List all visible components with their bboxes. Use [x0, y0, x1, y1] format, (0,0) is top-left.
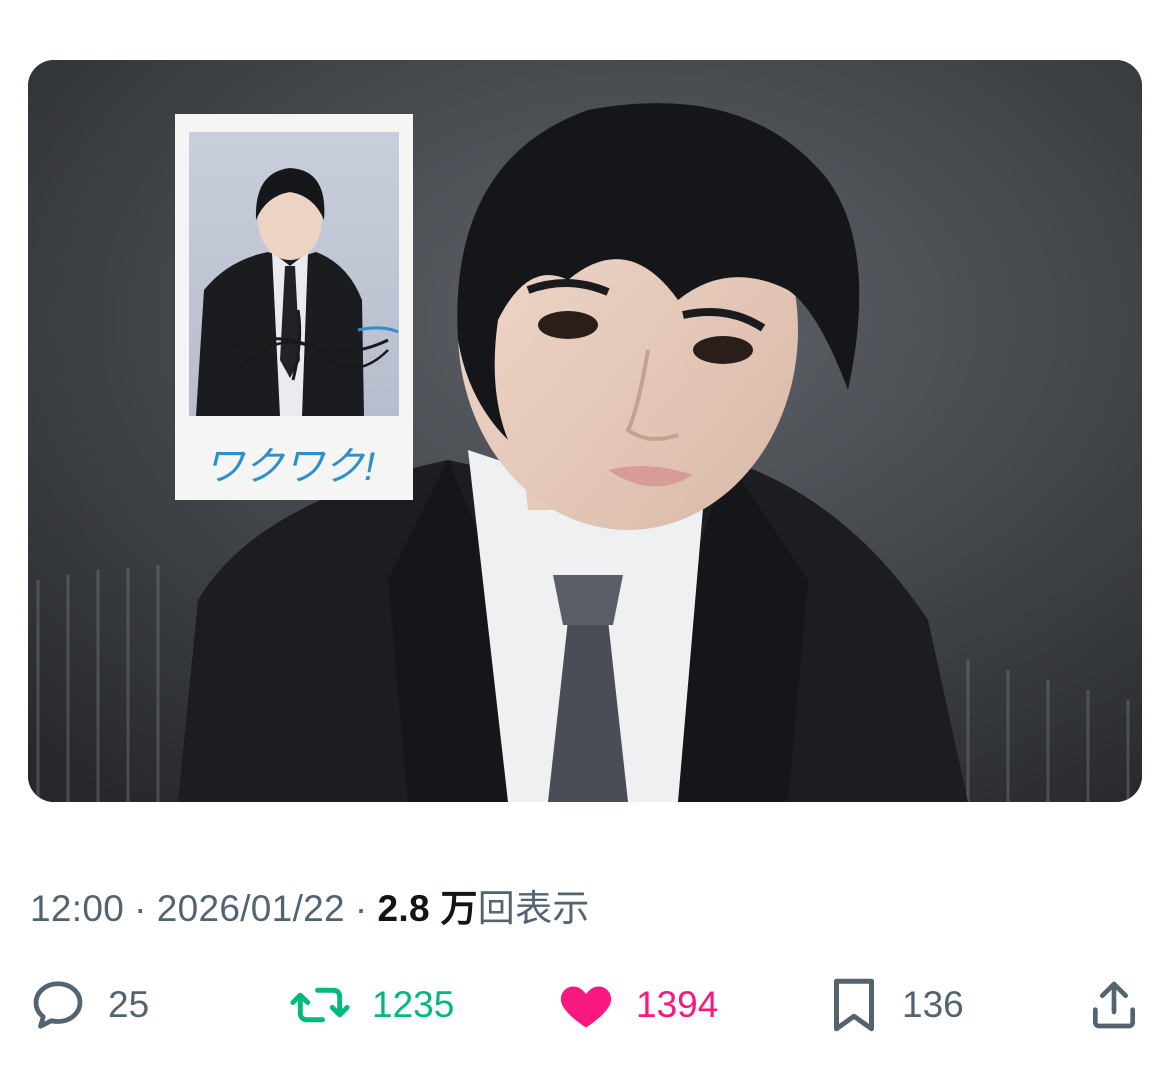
retweet-count: 1235 — [372, 984, 455, 1025]
polaroid-photo: ワクワク! — [175, 114, 413, 500]
retweet-icon — [288, 975, 352, 1035]
polaroid-caption: ワクワク! — [204, 445, 375, 489]
reply-button[interactable]: 25 — [28, 970, 149, 1040]
view-count: 2.8 — [377, 888, 430, 929]
photo-illustration: ワクワク! — [28, 60, 1142, 802]
retweet-button[interactable]: 1235 — [288, 970, 454, 1040]
reply-icon — [28, 975, 88, 1035]
like-button[interactable]: 1394 — [556, 970, 718, 1040]
bookmark-icon — [826, 975, 882, 1035]
post-meta: 12:00 · 2026/01/22 · 2.8 万回表示 — [30, 878, 590, 932]
meta-separator: · — [354, 888, 368, 929]
post-date[interactable]: 2026/01/22 — [157, 888, 345, 929]
views-label: 回表示 — [477, 888, 590, 929]
meta-separator: · — [134, 888, 147, 929]
bookmark-button[interactable]: 136 — [826, 970, 964, 1040]
share-icon — [1086, 975, 1142, 1035]
reply-count: 25 — [108, 984, 150, 1025]
post-time[interactable]: 12:00 — [30, 888, 124, 929]
like-count: 1394 — [636, 984, 719, 1025]
bookmark-count: 136 — [902, 984, 964, 1025]
heart-filled-icon — [556, 975, 616, 1035]
post-media-image[interactable]: ワクワク! — [28, 60, 1142, 802]
share-button[interactable] — [1086, 970, 1142, 1040]
view-count-unit: 万 — [440, 888, 478, 929]
post-actions-bar: 25 1235 1394 136 — [0, 970, 1170, 1040]
